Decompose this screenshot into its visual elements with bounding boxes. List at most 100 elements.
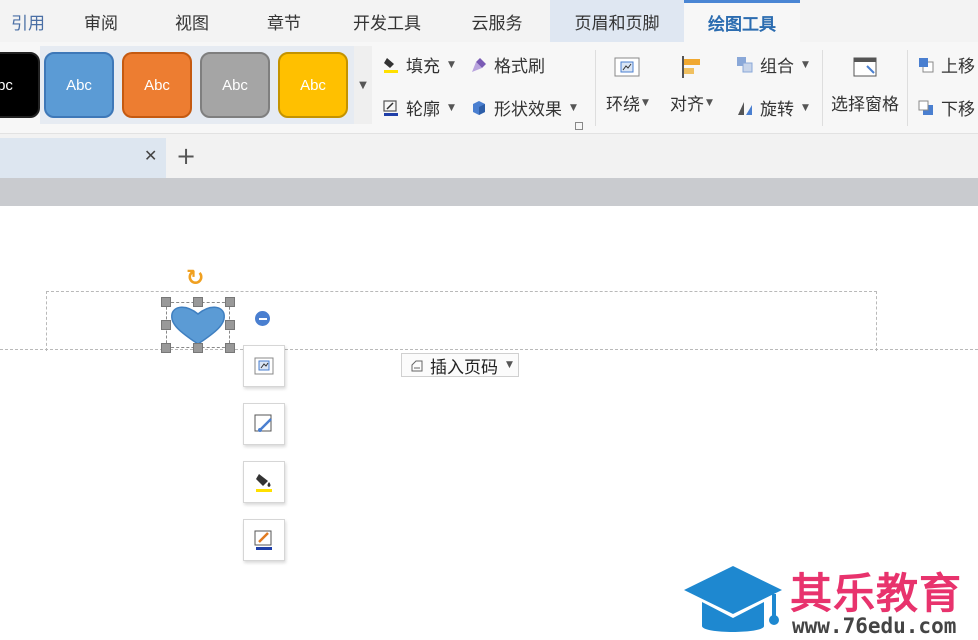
wps-writer-window: 引用 审阅 视图 章节 开发工具 云服务 页眉和页脚 绘图工具 bc Abc A… xyxy=(0,0,978,640)
outline-label: 轮廓 xyxy=(406,100,440,120)
style-swatch-gold[interactable]: Abc xyxy=(278,52,348,118)
shape-style-button[interactable] xyxy=(243,403,285,445)
ribbon-separator xyxy=(595,50,596,126)
group-icon xyxy=(736,56,754,74)
outline-pen-icon xyxy=(254,530,272,550)
wrap-button[interactable]: 环绕 ▼ xyxy=(606,54,649,115)
style-swatch-label: Abc xyxy=(144,76,170,94)
document-tab-bar: ✕ + xyxy=(0,134,978,178)
resize-handle[interactable] xyxy=(161,343,171,353)
cube-icon xyxy=(470,99,488,117)
graduation-cap-icon xyxy=(684,566,782,632)
selection-pane-button[interactable]: 选择窗格 xyxy=(831,54,899,115)
rotate-icon xyxy=(736,99,754,117)
page-number-icon xyxy=(410,358,424,372)
gallery-more-button[interactable]: ▼ xyxy=(354,46,372,124)
resize-handle[interactable] xyxy=(161,320,171,330)
align-button[interactable]: 对齐 ▼ xyxy=(670,54,713,115)
resize-handle[interactable] xyxy=(161,297,171,307)
format-painter-button[interactable]: 格式刷 xyxy=(470,52,545,77)
bring-forward-label: 上移 xyxy=(941,57,975,77)
resize-handle[interactable] xyxy=(225,320,235,330)
watermark-logo: 其乐教育 www.76edu.com xyxy=(680,560,978,640)
bring-forward-icon xyxy=(917,56,935,74)
text-wrap-icon xyxy=(614,54,640,80)
document-tab[interactable] xyxy=(0,138,166,178)
bring-forward-button[interactable]: 上移 xyxy=(917,52,975,77)
shape-fill-button[interactable] xyxy=(243,461,285,503)
ribbon-separator xyxy=(907,50,908,126)
wrap-label-group: 环绕 ▼ xyxy=(606,90,649,115)
style-swatch-label: Abc xyxy=(300,76,326,94)
rotate-handle-icon[interactable]: ↻ xyxy=(186,266,204,291)
format-painter-label: 格式刷 xyxy=(494,57,545,77)
style-swatch-orange[interactable]: Abc xyxy=(122,52,192,118)
document-page[interactable]: ↻ 插入页码 ▼ 其乐教育 www.76edu.com xyxy=(0,206,978,640)
shape-effects-button[interactable]: 形状效果 ▼ xyxy=(470,95,577,120)
watermark-name: 其乐教育 xyxy=(790,569,963,618)
dropdown-caret-icon: ▼ xyxy=(802,59,809,70)
new-tab-plus-icon[interactable]: + xyxy=(176,142,196,170)
send-backward-icon xyxy=(917,99,935,117)
collapse-minus-icon[interactable] xyxy=(255,311,270,326)
selection-frame xyxy=(166,302,230,348)
rotate-button[interactable]: 旋转 ▼ xyxy=(736,95,809,120)
outline-pen-icon xyxy=(382,99,400,117)
tab-cloud-service[interactable]: 云服务 xyxy=(444,0,550,42)
ribbon-panel: bc Abc Abc Abc Abc ▼ 填充 ▼ 轮廓 xyxy=(0,42,978,134)
selection-pane-label: 选择窗格 xyxy=(831,95,899,115)
dropdown-caret-icon: ▼ xyxy=(706,97,713,108)
tab-references[interactable]: 引用 xyxy=(0,0,56,42)
resize-handle[interactable] xyxy=(193,343,203,353)
dropdown-caret-icon: ▼ xyxy=(642,97,649,108)
tab-review[interactable]: 审阅 xyxy=(56,0,146,42)
close-icon[interactable]: ✕ xyxy=(144,146,157,165)
workspace-margin xyxy=(0,178,978,206)
text-wrap-icon xyxy=(254,357,274,375)
dropdown-caret-icon: ▼ xyxy=(506,360,513,370)
brush-icon xyxy=(470,56,488,74)
align-icon xyxy=(678,54,704,80)
outline-button[interactable]: 轮廓 ▼ xyxy=(382,95,455,120)
style-swatch-label: bc xyxy=(0,76,13,94)
group-label: 组合 xyxy=(760,57,794,77)
style-swatch-gray[interactable]: Abc xyxy=(200,52,270,118)
style-swatch-label: Abc xyxy=(222,76,248,94)
chevron-down-icon: ▼ xyxy=(359,79,367,91)
dropdown-caret-icon: ▼ xyxy=(448,59,455,70)
ribbon-tab-bar: 引用 审阅 视图 章节 开发工具 云服务 页眉和页脚 绘图工具 xyxy=(0,0,978,42)
group-button[interactable]: 组合 ▼ xyxy=(736,52,809,77)
insert-page-number-button[interactable]: 插入页码 ▼ xyxy=(401,353,519,378)
dialog-launcher-icon[interactable] xyxy=(575,122,583,130)
dropdown-caret-icon: ▼ xyxy=(448,102,455,113)
style-swatch-blue[interactable]: Abc xyxy=(44,52,114,118)
style-swatch-black[interactable]: bc xyxy=(0,52,40,118)
heart-shape[interactable] xyxy=(161,297,235,353)
tab-header-footer[interactable]: 页眉和页脚 xyxy=(550,0,684,42)
header-boundary-line xyxy=(0,349,978,350)
wrap-label: 环绕 xyxy=(606,95,640,115)
fill-button[interactable]: 填充 ▼ xyxy=(382,52,455,77)
shape-effects-label: 形状效果 xyxy=(494,100,562,120)
tab-chapter[interactable]: 章节 xyxy=(238,0,330,42)
dropdown-caret-icon: ▼ xyxy=(570,102,577,113)
tab-view[interactable]: 视图 xyxy=(146,0,238,42)
paint-bucket-icon xyxy=(382,56,400,74)
watermark-url: www.76edu.com xyxy=(792,614,957,638)
tab-developer-tools[interactable]: 开发工具 xyxy=(330,0,444,42)
tab-drawing-tools[interactable]: 绘图工具 xyxy=(684,0,800,42)
fill-label: 填充 xyxy=(406,57,440,77)
resize-handle[interactable] xyxy=(225,343,235,353)
edit-shape-icon xyxy=(254,414,272,432)
selection-pane-icon xyxy=(852,54,878,80)
align-label: 对齐 xyxy=(670,95,704,115)
shape-outline-button[interactable] xyxy=(243,519,285,561)
layout-options-button[interactable] xyxy=(243,345,285,387)
send-backward-button[interactable]: 下移 xyxy=(917,95,975,120)
rotate-label: 旋转 xyxy=(760,100,794,120)
resize-handle[interactable] xyxy=(193,297,203,307)
align-label-group: 对齐 ▼ xyxy=(670,90,713,115)
style-swatch-label: Abc xyxy=(66,76,92,94)
resize-handle[interactable] xyxy=(225,297,235,307)
dropdown-caret-icon: ▼ xyxy=(802,102,809,113)
